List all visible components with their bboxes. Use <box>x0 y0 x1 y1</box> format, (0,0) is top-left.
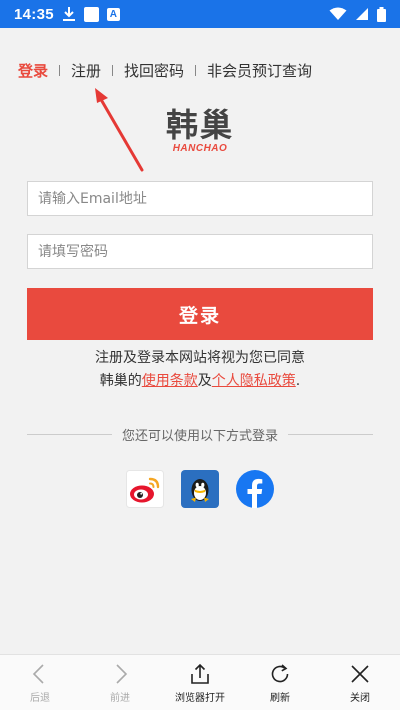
download-icon <box>62 7 75 21</box>
close-icon <box>351 665 369 683</box>
qq-icon[interactable] <box>181 470 219 508</box>
refresh-label: 刷新 <box>270 693 290 704</box>
facebook-icon[interactable] <box>236 470 274 508</box>
nav-divider <box>195 65 197 76</box>
nav-login-link[interactable]: 登录 <box>18 60 48 81</box>
nav-divider <box>59 65 61 76</box>
status-system-icons <box>329 6 386 22</box>
annotation-arrow-icon <box>95 88 144 172</box>
status-bar: 14:35 A <box>0 0 400 28</box>
logo-chinese: 韩巢 <box>165 106 234 144</box>
agreement-line-1: 注册及登录本网站将视为您已同意 <box>95 350 305 366</box>
social-login-divider: 您还可以使用以下方式登录 <box>27 425 374 444</box>
refresh-button[interactable]: 刷新 <box>240 655 320 710</box>
chevron-left-icon <box>32 664 44 684</box>
social-login-buttons <box>0 470 400 508</box>
wifi-icon <box>329 7 347 20</box>
weibo-icon[interactable] <box>126 470 164 508</box>
refresh-icon <box>271 664 289 683</box>
social-login-caption: 您还可以使用以下方式登录 <box>122 429 279 444</box>
back-button[interactable]: 后退 <box>0 655 80 710</box>
browser-toolbar: 后退 前进 浏览器打开 刷新 关闭 <box>0 654 400 710</box>
back-label: 后退 <box>30 693 50 704</box>
privacy-policy-link[interactable]: 个人隐私政策 <box>212 373 296 389</box>
login-button[interactable]: 登录 <box>27 288 373 340</box>
forward-label: 前进 <box>110 693 130 704</box>
forward-button[interactable]: 前进 <box>80 655 160 710</box>
nav-divider <box>112 65 114 76</box>
agreement-line-2: 韩巢的使用条款及个人隐私政策. <box>0 370 400 393</box>
nav-recover-password-link[interactable]: 找回密码 <box>124 60 184 81</box>
open-in-browser-label: 浏览器打开 <box>175 693 225 704</box>
logo-english: HANCHAO <box>172 143 228 154</box>
chevron-right-icon <box>116 664 128 684</box>
nav-register-link[interactable]: 注册 <box>71 60 101 81</box>
a-app-icon: A <box>106 7 120 21</box>
battery-icon <box>377 6 386 22</box>
agreement-conj: 及 <box>197 373 212 389</box>
terms-of-use-link[interactable]: 使用条款 <box>142 373 198 389</box>
password-input[interactable] <box>27 234 373 269</box>
status-notification-icons: A <box>62 6 120 22</box>
open-in-browser-button[interactable]: 浏览器打开 <box>160 655 240 710</box>
agreement-prefix: 韩巢的 <box>99 373 142 389</box>
hanchao-logo: 韩巢 HANCHAO <box>160 108 240 154</box>
nav-guest-booking-link[interactable]: 非会员预订查询 <box>207 60 312 81</box>
close-button[interactable]: 关闭 <box>320 655 400 710</box>
account-nav: 登录 注册 找回密码 非会员预订查询 <box>18 60 312 81</box>
close-label: 关闭 <box>350 693 370 704</box>
divider-line <box>27 434 112 435</box>
divider-line <box>288 434 374 435</box>
agreement-suffix: . <box>295 373 301 389</box>
app-notification-icon <box>83 6 99 22</box>
email-input[interactable] <box>27 181 373 216</box>
status-time: 14:35 <box>14 5 54 23</box>
agreement-text: 注册及登录本网站将视为您已同意 韩巢的使用条款及个人隐私政策. <box>0 347 400 393</box>
signal-icon <box>356 8 368 20</box>
share-icon <box>191 663 209 684</box>
